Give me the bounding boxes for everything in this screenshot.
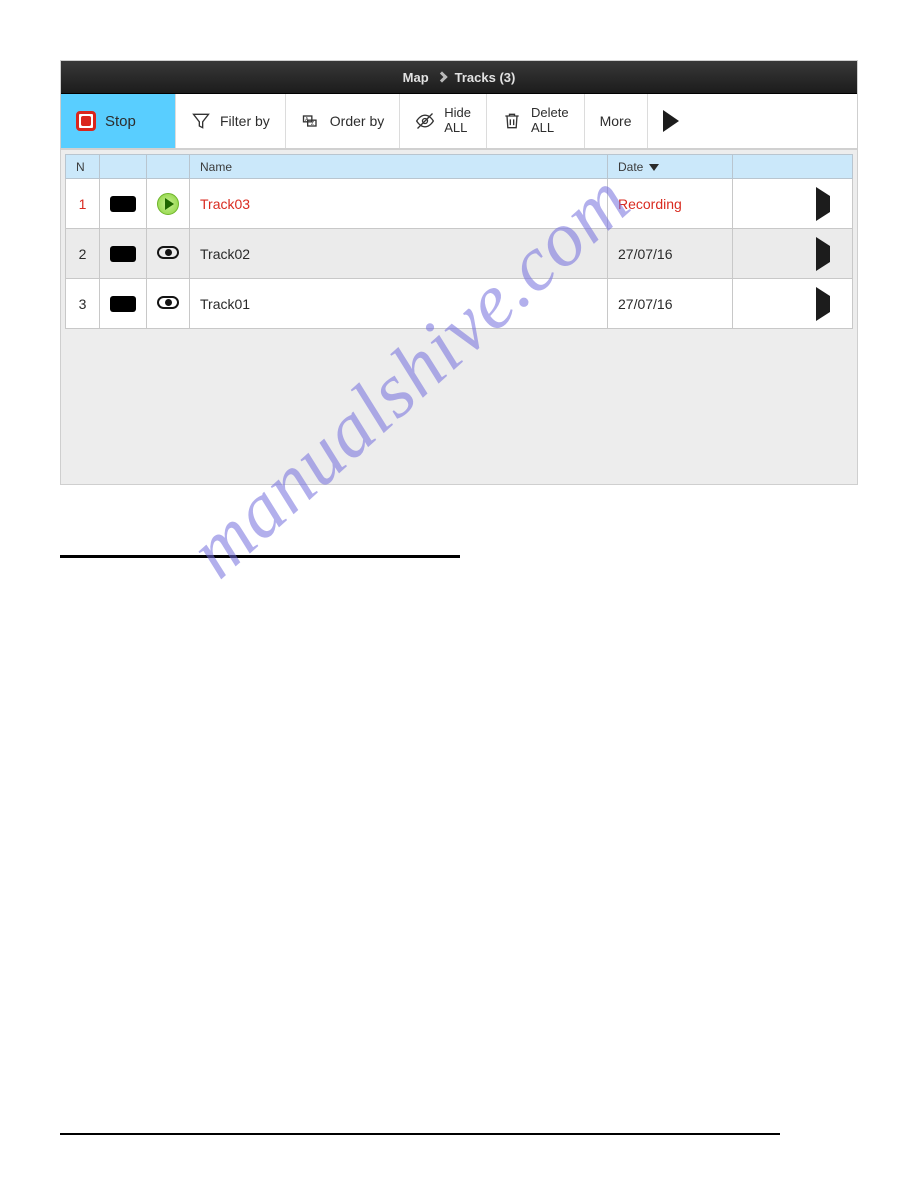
filter-icon xyxy=(191,111,211,131)
row-index: 1 xyxy=(66,179,100,229)
trash-icon xyxy=(502,111,522,131)
play-icon xyxy=(157,193,179,215)
more-label: More xyxy=(600,113,632,129)
row-color[interactable] xyxy=(100,279,147,329)
eye-icon xyxy=(157,296,179,309)
eye-icon xyxy=(157,246,179,259)
breadcrumb: Map Tracks (3) xyxy=(61,61,857,94)
row-detail-button[interactable] xyxy=(733,179,853,229)
col-n[interactable]: N xyxy=(66,155,100,179)
tracks-table-wrap: N Name Date 1 Track03 Recording xyxy=(61,150,857,484)
sort-desc-icon xyxy=(649,164,659,171)
col-name[interactable]: Name xyxy=(190,155,608,179)
svg-text:Z: Z xyxy=(311,121,314,127)
hide-label: HideALL xyxy=(444,106,471,136)
breadcrumb-map[interactable]: Map xyxy=(403,70,429,85)
row-status[interactable] xyxy=(147,279,190,329)
tracks-table: N Name Date 1 Track03 Recording xyxy=(65,154,853,329)
footer-rule xyxy=(60,1133,780,1135)
filter-button[interactable]: Filter by xyxy=(176,94,286,148)
color-swatch-icon xyxy=(110,246,136,262)
stop-button[interactable]: Stop xyxy=(61,94,176,148)
delete-all-button[interactable]: DeleteALL xyxy=(487,94,585,148)
breadcrumb-tracks[interactable]: Tracks (3) xyxy=(455,70,516,85)
row-index: 3 xyxy=(66,279,100,329)
row-name: Track02 xyxy=(190,229,608,279)
col-status[interactable] xyxy=(147,155,190,179)
row-color[interactable] xyxy=(100,229,147,279)
stop-label: Stop xyxy=(105,113,136,130)
row-name: Track03 xyxy=(190,179,608,229)
empty-area xyxy=(65,329,853,484)
row-index: 2 xyxy=(66,229,100,279)
chevron-right-icon xyxy=(816,237,830,271)
hide-icon xyxy=(415,111,435,131)
filter-label: Filter by xyxy=(220,113,270,129)
table-row[interactable]: 2 Track02 27/07/16 xyxy=(66,229,853,279)
next-page-button[interactable] xyxy=(648,94,697,148)
row-color[interactable] xyxy=(100,179,147,229)
col-color[interactable] xyxy=(100,155,147,179)
chevron-right-icon xyxy=(663,110,679,132)
delete-label: DeleteALL xyxy=(531,106,569,136)
row-status[interactable] xyxy=(147,229,190,279)
color-swatch-icon xyxy=(110,296,136,312)
color-swatch-icon xyxy=(110,196,136,212)
row-name: Track01 xyxy=(190,279,608,329)
sort-az-icon: AZ xyxy=(301,111,321,131)
chevron-right-icon xyxy=(436,71,447,82)
more-button[interactable]: More xyxy=(585,94,648,148)
chevron-right-icon xyxy=(816,287,830,321)
row-date: 27/07/16 xyxy=(608,279,733,329)
chevron-right-icon xyxy=(816,187,830,221)
stop-icon xyxy=(76,111,96,131)
row-date: Recording xyxy=(608,179,733,229)
toolbar: Stop Filter by AZ Order by HideALL Delet… xyxy=(61,94,857,150)
col-date[interactable]: Date xyxy=(608,155,733,179)
table-row[interactable]: 1 Track03 Recording xyxy=(66,179,853,229)
order-button[interactable]: AZ Order by xyxy=(286,94,400,148)
tracks-app: Map Tracks (3) Stop Filter by AZ Order b… xyxy=(60,60,858,485)
row-status[interactable] xyxy=(147,179,190,229)
order-label: Order by xyxy=(330,113,384,129)
row-date: 27/07/16 xyxy=(608,229,733,279)
table-row[interactable]: 3 Track01 27/07/16 xyxy=(66,279,853,329)
section-rule xyxy=(60,555,460,558)
row-detail-button[interactable] xyxy=(733,229,853,279)
col-detail[interactable] xyxy=(733,155,853,179)
hide-all-button[interactable]: HideALL xyxy=(400,94,487,148)
row-detail-button[interactable] xyxy=(733,279,853,329)
